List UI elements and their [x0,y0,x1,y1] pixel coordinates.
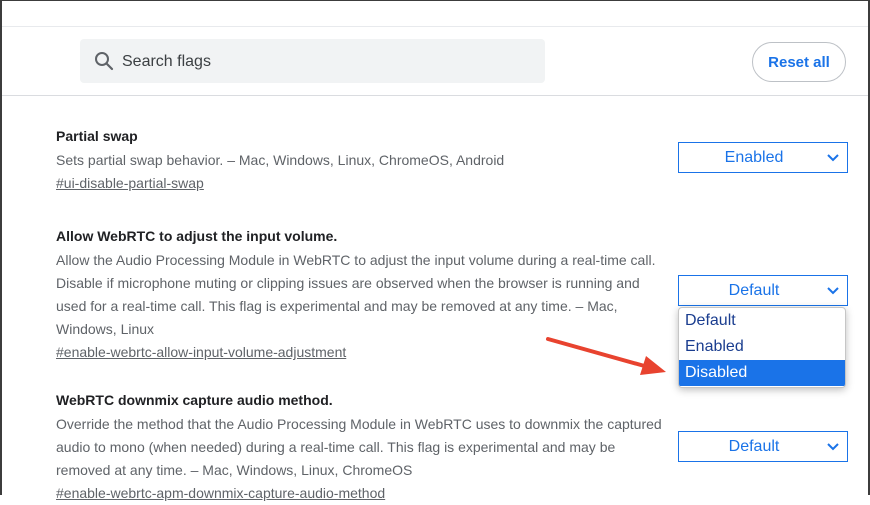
annotation-arrow-icon [546,337,666,375]
